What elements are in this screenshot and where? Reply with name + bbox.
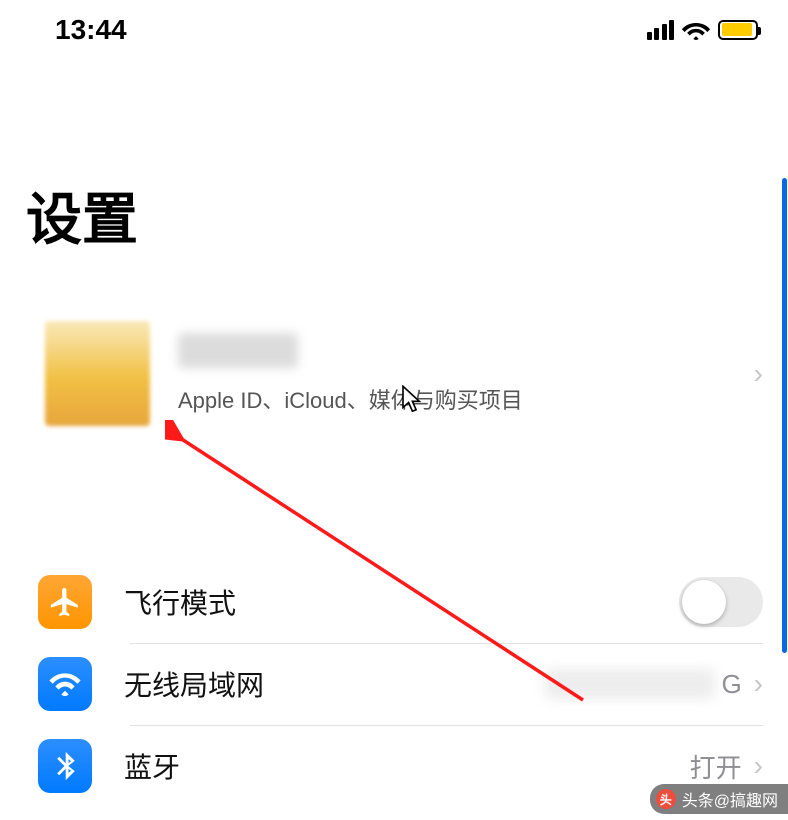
status-time: 13:44 — [55, 14, 127, 46]
chevron-right-icon: › — [754, 668, 763, 700]
wifi-value-suffix: G — [721, 669, 741, 700]
row-label: 无线局域网 — [124, 664, 545, 704]
battery-icon — [718, 20, 758, 40]
apple-id-row[interactable]: Apple ID、iCloud、媒体与购买项目 › — [0, 306, 788, 446]
airplane-toggle[interactable] — [679, 577, 763, 627]
wifi-value-redacted — [545, 669, 715, 699]
settings-list: 飞行模式 无线局域网 G › 蓝牙 打开 › — [0, 561, 788, 807]
airplane-mode-row[interactable]: 飞行模式 — [0, 561, 788, 643]
watermark-text: 头条@搞趣网 — [682, 787, 778, 811]
avatar — [45, 321, 150, 426]
status-bar: 13:44 — [0, 0, 788, 55]
bluetooth-value: 打开 — [690, 748, 742, 785]
cellular-signal-icon — [647, 20, 675, 40]
scroll-indicator — [782, 178, 787, 653]
status-icons — [647, 19, 759, 41]
wifi-icon — [682, 19, 710, 41]
account-subtitle: Apple ID、iCloud、媒体与购买项目 — [178, 383, 754, 415]
watermark-badge: 头 — [656, 789, 676, 809]
bluetooth-icon — [38, 739, 92, 793]
row-label: 蓝牙 — [124, 746, 690, 786]
airplane-icon — [38, 575, 92, 629]
page-title: 设置 — [26, 175, 788, 256]
row-label: 飞行模式 — [124, 582, 679, 622]
wifi-tile-icon — [38, 657, 92, 711]
watermark: 头 头条@搞趣网 — [650, 784, 788, 814]
chevron-right-icon: › — [754, 358, 763, 390]
wifi-row[interactable]: 无线局域网 G › — [0, 643, 788, 725]
chevron-right-icon: › — [754, 750, 763, 782]
account-name-redacted — [178, 333, 298, 368]
